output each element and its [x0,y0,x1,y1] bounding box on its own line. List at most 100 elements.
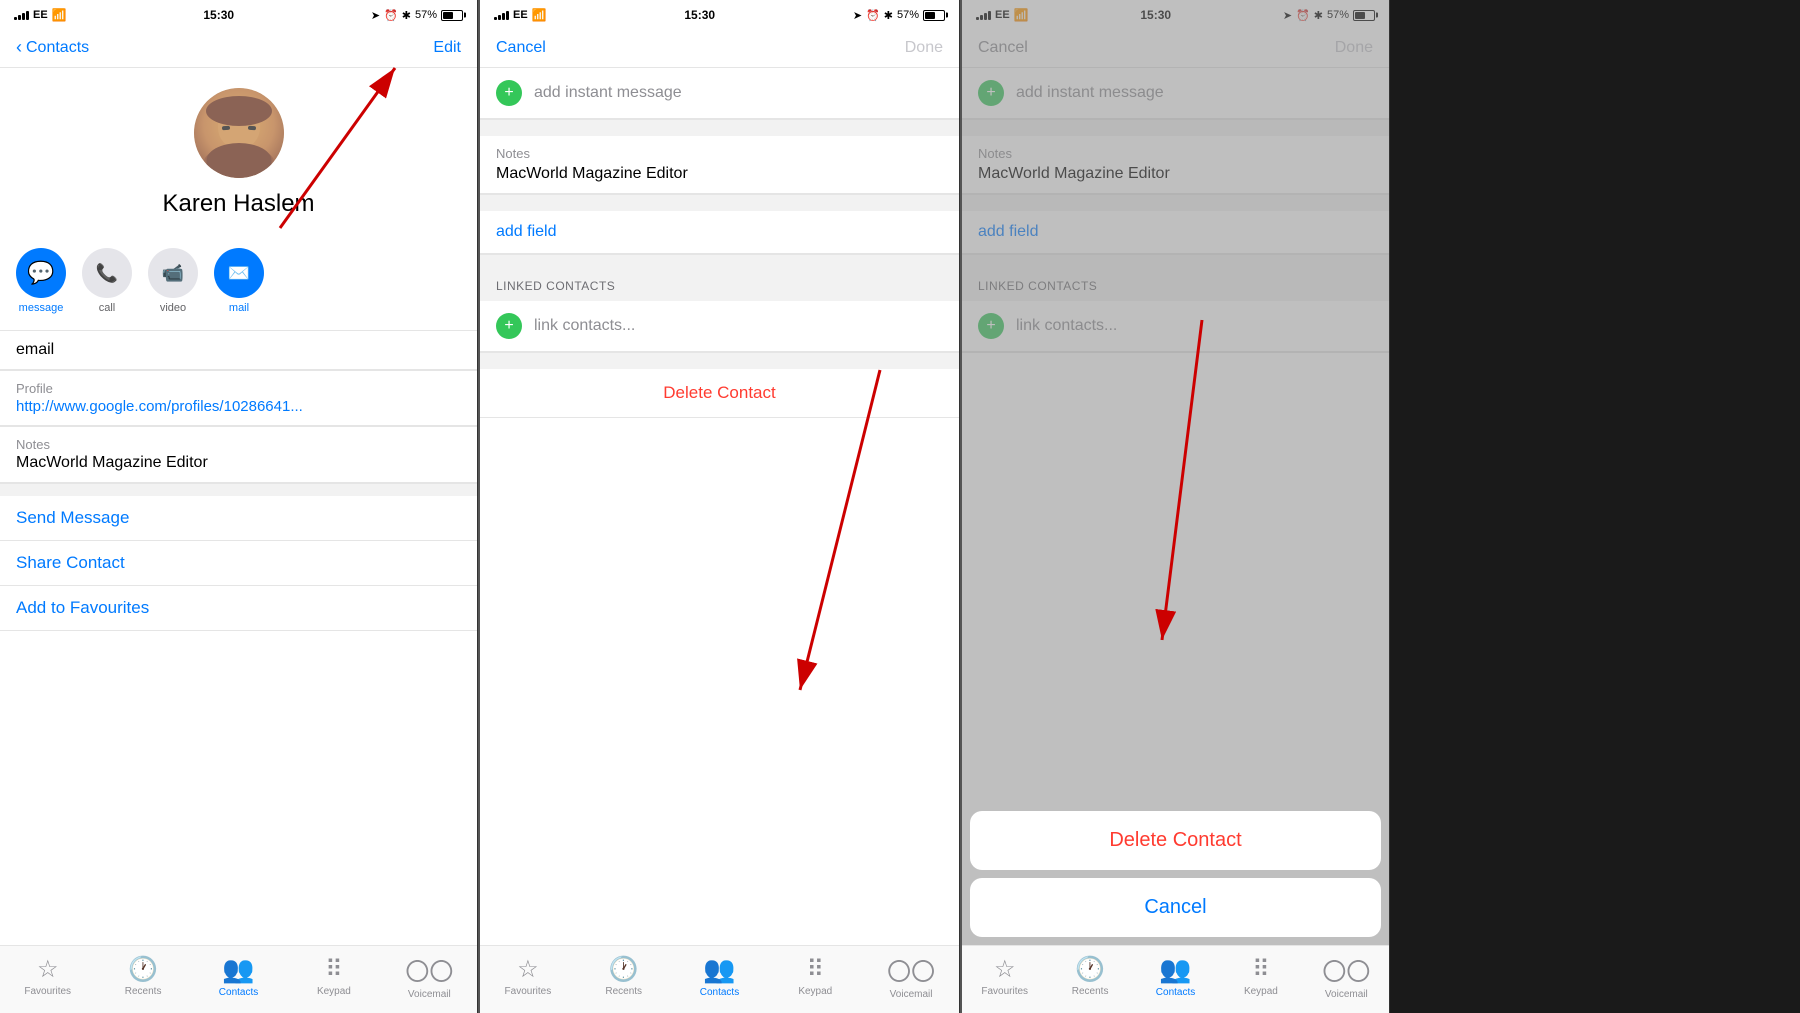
tab-recents-3[interactable]: 🕐 Recents [1047,955,1132,997]
delete-contact-label: Delete Contact [663,383,775,402]
tab-favourites-label-3: Favourites [981,986,1028,997]
status-right-2: ➤ ⏰ ✱ 57% [853,9,945,22]
time-label-2: 15:30 [684,8,715,22]
tab-contacts-label-1: Contacts [219,987,258,998]
message-label: message [19,302,64,314]
message-action[interactable]: 💬 message [16,248,66,314]
notes-label-2: Notes [496,146,943,161]
avatar-image [194,88,284,178]
mail-label: mail [229,302,249,314]
tab-bar-3: ☆ Favourites 🕐 Recents 👥 Contacts ⠿ Keyp… [962,945,1389,1013]
voicemail-icon-2: 〇〇 [887,952,935,987]
notes-value-1: MacWorld Magazine Editor [16,454,461,472]
tab-contacts-label-2: Contacts [700,987,739,998]
notes-section-2: Notes MacWorld Magazine Editor [480,136,959,194]
nav-bar-1: ‹ Contacts Edit [0,28,477,68]
panel-3-confirm-view: EE 📶 15:30 ➤ ⏰ ✱ 57% Cancel Done + add i… [962,0,1390,1013]
tab-recents-2[interactable]: 🕐 Recents [576,955,672,997]
wifi-icon-2: 📶 [532,8,547,22]
keypad-icon-3: ⠿ [1252,955,1270,984]
keypad-icon-1: ⠿ [325,955,343,984]
voicemail-icon-1: 〇〇 [405,952,453,987]
panel-1-contact-view: EE 📶 15:30 ➤ ⏰ ✱ 57% ‹ Contacts Edit [0,0,478,1013]
tab-recents-label-2: Recents [605,986,642,997]
contacts-icon-1: 👥 [222,954,254,985]
mail-icon: ✉️ [214,248,264,298]
tab-contacts-1[interactable]: 👥 Contacts [191,954,286,998]
status-right-1: ➤ ⏰ ✱ 57% [371,9,463,22]
add-instant-message-row[interactable]: + add instant message [480,68,959,119]
signal-icon-2 [494,10,509,20]
add-msg-label: add instant message [534,84,682,102]
profile-label: Profile [16,381,461,396]
tab-voicemail-label-2: Voicemail [890,989,933,1000]
link-contacts-row[interactable]: + link contacts... [480,301,959,352]
tab-recents-label-1: Recents [125,986,162,997]
tab-bar-2: ☆ Favourites 🕐 Recents 👥 Contacts ⠿ Keyp… [480,945,959,1013]
location-icon: ➤ [371,9,380,22]
contacts-icon-2: 👥 [703,954,735,985]
carrier-label-2: EE [513,9,528,21]
alarm-icon: ⏰ [384,9,398,22]
star-icon: ☆ [37,955,59,984]
voicemail-icon-3: 〇〇 [1322,952,1370,987]
tab-favourites-1[interactable]: ☆ Favourites [0,955,95,997]
tab-recents-1[interactable]: 🕐 Recents [95,955,190,997]
back-chevron-icon: ‹ [16,37,22,58]
time-label: 15:30 [203,8,234,22]
tab-voicemail-2[interactable]: 〇〇 Voicemail [863,952,959,1000]
link-contacts-label: link contacts... [534,317,635,335]
keypad-icon-2: ⠿ [807,955,825,984]
battery-percent: 57% [415,9,437,21]
status-bar-1: EE 📶 15:30 ➤ ⏰ ✱ 57% [0,0,477,28]
avatar [194,88,284,178]
tab-bar-1: ☆ Favourites 🕐 Recents 👥 Contacts ⠿ Keyp… [0,945,477,1013]
email-field: email [0,331,477,370]
call-label: call [99,302,116,314]
add-field-row[interactable]: add field [480,211,959,254]
tab-contacts-label-3: Contacts [1156,987,1195,998]
tab-favourites-label-1: Favourites [24,986,71,997]
tab-recents-label-3: Recents [1072,986,1109,997]
bluetooth-icon: ✱ [402,9,411,22]
send-message-link[interactable]: Send Message [0,496,477,541]
battery-percent-2: 57% [897,9,919,21]
tab-keypad-3[interactable]: ⠿ Keypad [1218,955,1303,997]
tab-keypad-label-1: Keypad [317,986,351,997]
share-contact-link[interactable]: Share Contact [0,541,477,586]
email-label: email [16,341,461,359]
bluetooth-icon-2: ✱ [884,9,893,22]
tab-voicemail-1[interactable]: 〇〇 Voicemail [382,952,477,1000]
notes-section: Notes MacWorld Magazine Editor [0,427,477,483]
delete-confirm-button[interactable]: Delete Contact [970,811,1381,870]
add-favourites-link[interactable]: Add to Favourites [0,586,477,631]
delete-contact-row[interactable]: Delete Contact [480,369,959,418]
star-icon-3: ☆ [994,955,1016,984]
contacts-icon-3: 👥 [1159,954,1191,985]
mail-action[interactable]: ✉️ mail [214,248,264,314]
tab-voicemail-label-1: Voicemail [408,989,451,1000]
action-buttons: 💬 message 📞 call 📹 video ✉️ mail [0,248,477,330]
call-action[interactable]: 📞 call [82,248,132,314]
edit-button[interactable]: Edit [433,39,461,57]
tab-contacts-3[interactable]: 👥 Contacts [1133,954,1218,998]
delete-confirm-label: Delete Contact [1109,829,1241,851]
cancel-button-2[interactable]: Cancel [496,39,546,57]
back-button[interactable]: ‹ Contacts [16,37,89,58]
tab-keypad-1[interactable]: ⠿ Keypad [286,955,381,997]
done-button-2[interactable]: Done [905,39,943,57]
profile-link[interactable]: http://www.google.com/profiles/10286641.… [16,398,461,415]
add-icon-msg: + [496,80,522,106]
tab-voicemail-3[interactable]: 〇〇 Voicemail [1304,952,1389,1000]
status-bar-2: EE 📶 15:30 ➤ ⏰ ✱ 57% [480,0,959,28]
clock-icon-2: 🕐 [609,955,639,984]
tab-favourites-label-2: Favourites [505,986,552,997]
video-action[interactable]: 📹 video [148,248,198,314]
cancel-confirm-button[interactable]: Cancel [970,878,1381,937]
tab-contacts-2[interactable]: 👥 Contacts [672,954,768,998]
tab-favourites-3[interactable]: ☆ Favourites [962,955,1047,997]
tab-keypad-2[interactable]: ⠿ Keypad [767,955,863,997]
cancel-confirm-label: Cancel [1144,896,1206,918]
tab-favourites-2[interactable]: ☆ Favourites [480,955,576,997]
message-icon: 💬 [16,248,66,298]
